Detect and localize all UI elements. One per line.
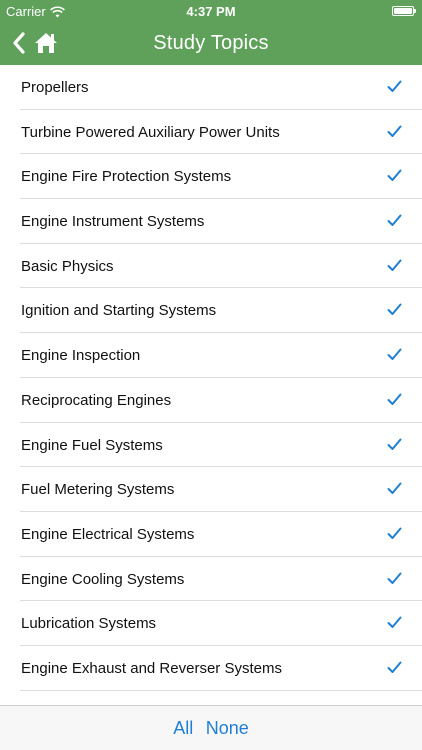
checkmark-icon — [387, 214, 402, 227]
checkmark-icon — [387, 661, 402, 673]
checkmark-icon — [387, 482, 402, 495]
status-bar: Carrier 4:37 PM — [0, 0, 422, 22]
checkmark-icon — [387, 438, 402, 450]
list-item[interactable]: Engine Electrical Systems — [20, 512, 422, 557]
checkmark-icon — [387, 393, 402, 405]
topic-label: Lubrication Systems — [21, 615, 157, 633]
checkmark-icon — [387, 527, 402, 539]
bottom-toolbar: All None — [0, 705, 422, 750]
select-all-button[interactable]: All — [173, 706, 193, 750]
topic-list: Propellers Turbine Powered Auxiliary Pow… — [0, 65, 422, 705]
checkmark-icon — [387, 259, 402, 271]
topic-label: Engine Fire Protection Systems — [21, 168, 232, 186]
list-item[interactable]: Ignition and Starting Systems — [20, 288, 422, 334]
list-item[interactable]: Engine Cooling Systems — [20, 557, 422, 602]
topic-label: Reciprocating Engines — [21, 391, 172, 409]
select-none-button[interactable]: None — [206, 706, 249, 750]
topic-label: Propellers — [21, 79, 89, 96]
checkmark-icon — [387, 616, 402, 629]
header: Carrier 4:37 PM Study Topics — [0, 0, 422, 65]
checkmark-icon — [387, 303, 402, 316]
topic-label: Engine Instrument Systems — [21, 213, 205, 231]
topic-label: Engine Inspection — [21, 347, 141, 365]
checkmark-icon — [387, 348, 402, 361]
topic-label: Engine Exhaust and Reverser Systems — [21, 659, 282, 677]
topic-label: Fuel Metering Systems — [21, 481, 175, 499]
topic-label: Engine Electrical Systems — [21, 525, 195, 543]
battery-icon — [392, 6, 416, 16]
list-item[interactable]: Turbine Powered Auxiliary Power Units — [20, 110, 422, 155]
checkmark-icon — [387, 80, 402, 92]
topic-label: Ignition and Starting Systems — [21, 302, 217, 320]
list-item[interactable]: Engine Fuel Systems — [20, 423, 422, 468]
topic-label: Turbine Powered Auxiliary Power Units — [21, 123, 280, 141]
navigation-bar: Study Topics — [0, 22, 422, 65]
checkmark-icon — [387, 572, 402, 584]
list-item[interactable]: Lubrication Systems — [20, 601, 422, 646]
status-time: 4:37 PM — [186, 4, 236, 19]
list-item[interactable]: Engine Exhaust and Reverser Systems — [20, 646, 422, 691]
topic-label: Engine Cooling Systems — [21, 570, 185, 588]
checkmark-icon — [387, 169, 402, 182]
list-item[interactable]: Engine Fire Protection Systems — [20, 154, 422, 200]
checkmark-icon — [387, 125, 402, 137]
list-item[interactable]: Reciprocating Engines — [20, 378, 422, 423]
list-item[interactable]: Propellers — [20, 65, 422, 110]
topic-label: Engine Fuel Systems — [21, 436, 163, 454]
list-item[interactable]: Engine Inspection — [20, 333, 422, 378]
list-item[interactable]: Engine Instrument Systems — [20, 199, 422, 244]
page-title: Study Topics — [153, 32, 269, 54]
battery-level — [394, 8, 412, 14]
topic-label: Basic Physics — [21, 257, 114, 275]
list-item[interactable]: Basic Physics — [20, 244, 422, 289]
list-item[interactable]: Fuel Metering Systems — [20, 467, 422, 512]
